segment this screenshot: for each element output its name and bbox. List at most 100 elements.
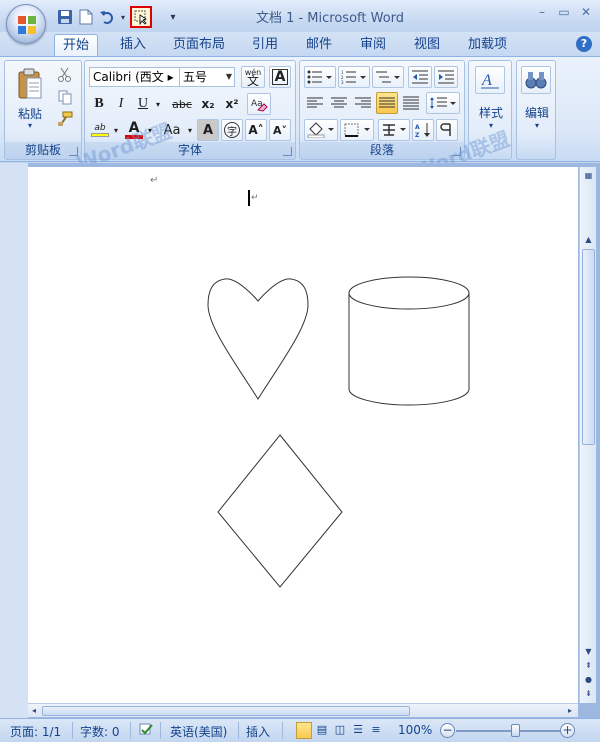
superscript-button[interactable]: x² bbox=[221, 94, 243, 114]
paragraph-mark-icon bbox=[440, 123, 451, 136]
draft-view-icon[interactable]: ≡ bbox=[368, 722, 384, 739]
office-logo-icon bbox=[18, 16, 36, 34]
ruler-toggle-icon[interactable]: ▦ bbox=[582, 169, 595, 182]
change-case-button[interactable]: Aa bbox=[159, 119, 185, 141]
font-color-button[interactable]: A bbox=[123, 119, 145, 141]
scroll-right-icon[interactable]: ▸ bbox=[564, 704, 576, 717]
underline-dropdown-icon[interactable]: ▾ bbox=[153, 94, 163, 114]
horizontal-scrollbar[interactable]: ◂ ▸ bbox=[28, 703, 578, 717]
character-shading-button[interactable]: A bbox=[197, 119, 219, 141]
language-indicator[interactable]: 英语(美国) bbox=[170, 723, 227, 740]
copy-button[interactable] bbox=[55, 87, 75, 107]
align-right-button[interactable] bbox=[352, 93, 374, 113]
vertical-scroll-thumb[interactable] bbox=[582, 249, 595, 445]
change-case-dropdown-icon[interactable]: ▾ bbox=[185, 119, 195, 141]
heart-shape[interactable] bbox=[207, 278, 309, 400]
cut-button[interactable] bbox=[55, 65, 75, 85]
next-page-icon[interactable]: ⇟ bbox=[582, 687, 595, 700]
show-hide-marks-button[interactable] bbox=[436, 119, 458, 141]
justify-button[interactable] bbox=[376, 92, 398, 114]
paragraph-launcher-icon[interactable] bbox=[452, 147, 461, 156]
font-launcher-icon[interactable] bbox=[283, 147, 292, 156]
tab-insert[interactable]: 插入 bbox=[112, 34, 154, 56]
scroll-left-icon[interactable]: ◂ bbox=[28, 704, 40, 717]
grow-font-button[interactable]: A˄ bbox=[245, 119, 267, 141]
align-center-button[interactable] bbox=[328, 93, 350, 113]
previous-page-icon[interactable]: ⇞ bbox=[582, 659, 595, 672]
styles-button[interactable]: A bbox=[475, 66, 505, 94]
shading-button[interactable] bbox=[304, 119, 338, 141]
tab-references[interactable]: 引用 bbox=[244, 34, 286, 56]
editing-dropdown-icon[interactable]: ▾ bbox=[517, 121, 557, 130]
zoom-level[interactable]: 100% bbox=[398, 723, 432, 737]
tab-page-layout[interactable]: 页面布局 bbox=[165, 34, 233, 56]
diamond-shape[interactable] bbox=[217, 434, 343, 588]
format-painter-button[interactable] bbox=[55, 109, 75, 129]
enclose-characters-button[interactable]: 字 bbox=[221, 119, 243, 141]
tab-add-ins[interactable]: 加载项 bbox=[460, 34, 515, 56]
print-layout-view-icon[interactable] bbox=[296, 722, 312, 739]
word-count[interactable]: 字数: 0 bbox=[80, 723, 120, 740]
increase-indent-button[interactable] bbox=[434, 66, 458, 88]
zoom-in-icon[interactable]: + bbox=[560, 723, 575, 738]
italic-button[interactable]: I bbox=[111, 94, 131, 114]
subscript-button[interactable]: x₂ bbox=[197, 94, 219, 114]
help-icon[interactable]: ? bbox=[576, 36, 592, 52]
minimize-button[interactable]: – bbox=[536, 5, 548, 19]
font-color-dropdown-icon[interactable]: ▾ bbox=[145, 119, 155, 141]
underline-button[interactable]: U bbox=[133, 94, 153, 114]
borders-button[interactable] bbox=[340, 119, 374, 141]
tab-view[interactable]: 视图 bbox=[406, 34, 448, 56]
sort-button[interactable]: AZ bbox=[412, 119, 434, 141]
font-name-value: Calibri (西文 ▸ bbox=[93, 70, 174, 84]
tab-home[interactable]: 开始 bbox=[54, 34, 99, 56]
font-size-dropdown-icon: ▼ bbox=[225, 72, 232, 81]
phonetic-guide-button[interactable]: wén 文 bbox=[241, 66, 265, 88]
cylinder-shape[interactable] bbox=[348, 276, 470, 406]
clear-formatting-button[interactable]: Aa bbox=[247, 93, 271, 115]
bullets-button[interactable] bbox=[304, 66, 336, 88]
chinese-layout-button[interactable] bbox=[378, 119, 410, 141]
zoom-out-icon[interactable]: − bbox=[440, 723, 455, 738]
decrease-indent-button[interactable] bbox=[408, 66, 432, 88]
paste-dropdown-icon[interactable]: ▾ bbox=[11, 121, 49, 130]
highlight-dropdown-icon[interactable]: ▾ bbox=[111, 119, 121, 141]
paste-button[interactable] bbox=[13, 65, 47, 103]
page-count[interactable]: 页面: 1/1 bbox=[10, 723, 61, 740]
numbering-button[interactable]: 123 bbox=[338, 66, 370, 88]
align-left-button[interactable] bbox=[304, 93, 326, 113]
clipboard-launcher-icon[interactable] bbox=[69, 147, 78, 156]
office-button[interactable] bbox=[6, 4, 46, 44]
tab-review[interactable]: 审阅 bbox=[352, 34, 394, 56]
styles-dropdown-icon[interactable]: ▾ bbox=[469, 121, 513, 130]
line-spacing-button[interactable] bbox=[426, 92, 460, 114]
distributed-button[interactable] bbox=[400, 93, 422, 113]
font-name-combo[interactable]: Calibri (西文 ▸ bbox=[89, 67, 181, 87]
editing-button[interactable] bbox=[521, 66, 551, 94]
proofing-icon[interactable] bbox=[138, 723, 154, 740]
styles-icon: A bbox=[481, 72, 499, 89]
highlight-button[interactable]: ab bbox=[89, 119, 111, 141]
shrink-font-button[interactable]: A˅ bbox=[269, 119, 291, 141]
outline-view-icon[interactable]: ☰ bbox=[350, 722, 366, 739]
font-group-label: 字体 bbox=[85, 142, 295, 159]
scroll-up-icon[interactable]: ▲ bbox=[582, 233, 595, 246]
document-page[interactable]: ↵ ↵ bbox=[28, 167, 578, 703]
strikethrough-button[interactable]: abc bbox=[169, 94, 195, 114]
tab-mailings[interactable]: 邮件 bbox=[298, 34, 340, 56]
restore-button[interactable]: ▭ bbox=[558, 5, 570, 19]
select-browse-object-icon[interactable]: ● bbox=[582, 673, 595, 686]
close-button[interactable]: ✕ bbox=[580, 5, 592, 19]
character-border-button[interactable]: A bbox=[269, 66, 291, 88]
zoom-slider-thumb[interactable] bbox=[510, 724, 520, 737]
multilevel-list-button[interactable] bbox=[372, 66, 404, 88]
vertical-scrollbar[interactable]: ▦ ▲ ▼ ⇞ ● ⇟ bbox=[579, 167, 596, 703]
font-size-combo[interactable]: 五号 ▼ bbox=[179, 67, 235, 87]
bold-button[interactable]: B bbox=[89, 94, 109, 114]
scroll-down-icon[interactable]: ▼ bbox=[582, 645, 595, 658]
insert-mode-indicator[interactable]: 插入 bbox=[246, 723, 270, 740]
web-layout-view-icon[interactable]: ◫ bbox=[332, 722, 348, 739]
decrease-indent-icon bbox=[412, 70, 428, 84]
full-screen-reading-view-icon[interactable]: ▤ bbox=[314, 722, 330, 739]
horizontal-scroll-thumb[interactable] bbox=[42, 706, 410, 716]
